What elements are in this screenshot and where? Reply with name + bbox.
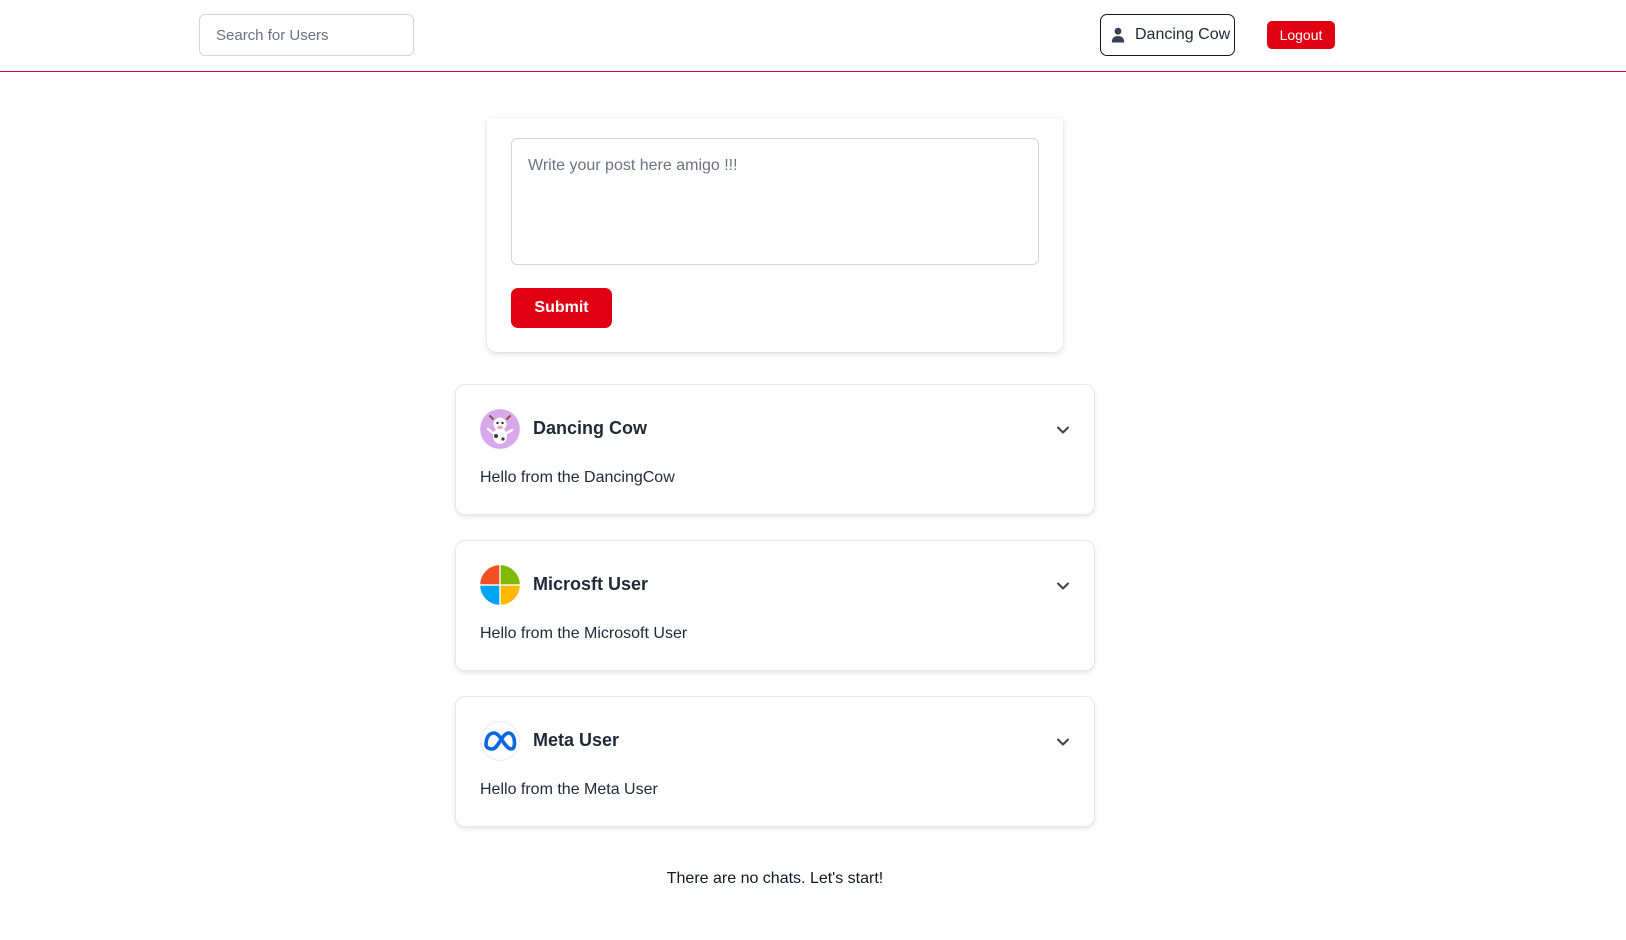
- post-body: Hello from the Microsoft User: [480, 625, 688, 642]
- current-user-button[interactable]: Dancing Cow: [1100, 14, 1235, 56]
- chevron-down-icon[interactable]: [1054, 733, 1072, 751]
- submit-button[interactable]: Submit: [511, 288, 612, 328]
- post-body: Hello from the Meta User: [480, 781, 658, 798]
- microsoft-logo-icon[interactable]: [480, 565, 520, 605]
- current-user-name: Dancing Cow: [1135, 26, 1231, 43]
- post-body: Hello from the DancingCow: [480, 469, 675, 486]
- chevron-down-icon[interactable]: [1054, 421, 1072, 439]
- post-card: Meta User Hello from the Meta User: [455, 696, 1095, 827]
- chevron-down-icon[interactable]: [1054, 577, 1072, 595]
- post-composer: Submit: [487, 118, 1063, 352]
- post-author: Dancing Cow: [533, 418, 648, 438]
- post-card: Dancing Cow Hello from the DancingCow: [455, 384, 1095, 515]
- top-navbar: Dancing Cow Logout: [0, 0, 1626, 72]
- cow-avatar-icon[interactable]: [480, 409, 520, 449]
- post-author: Microsft User: [533, 574, 649, 594]
- post-textarea[interactable]: [511, 138, 1039, 265]
- meta-logo-icon[interactable]: [480, 721, 520, 761]
- no-chats-message: There are no chats. Let's start!: [666, 870, 884, 887]
- post-author: Meta User: [533, 730, 620, 750]
- post-card: Microsft User Hello from the Microsoft U…: [455, 540, 1095, 671]
- user-icon: [1111, 27, 1125, 43]
- logout-button[interactable]: Logout: [1267, 21, 1335, 49]
- search-users-input[interactable]: [199, 14, 414, 56]
